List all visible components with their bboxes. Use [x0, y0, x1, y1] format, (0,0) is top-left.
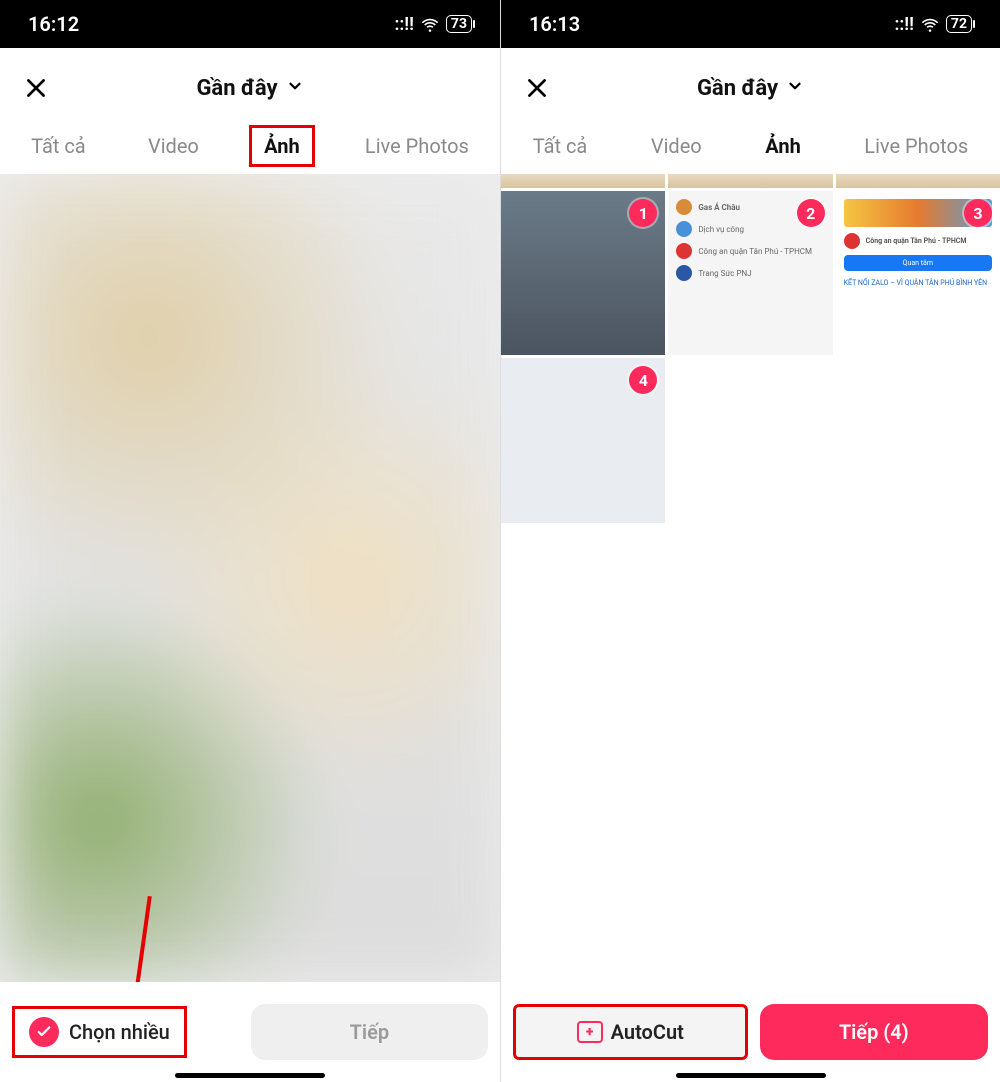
photo-thumbnail[interactable]	[668, 174, 832, 188]
bottom-bar: Chọn nhiều Tiếp	[0, 982, 500, 1082]
album-title: Gần đây	[196, 76, 277, 101]
status-right: ::!! 73	[394, 14, 472, 35]
signal-icon: ::!!	[394, 14, 413, 35]
tab-all[interactable]: Tất cả	[521, 128, 600, 164]
phone-left: 16:12 ::!! 73 Gần đây Tất cả Video Ảnh L…	[0, 0, 500, 1082]
signal-icon: ::!!	[894, 14, 913, 35]
status-bar: 16:12 ::!! 73	[0, 0, 500, 48]
status-time: 16:13	[529, 12, 580, 36]
status-right: ::!! 72	[894, 14, 972, 35]
tab-video[interactable]: Video	[639, 128, 714, 164]
next-button[interactable]: Tiếp	[251, 1004, 488, 1060]
tab-live[interactable]: Live Photos	[852, 128, 980, 164]
battery-icon: 72	[946, 15, 972, 33]
photo-thumbnail[interactable]: 2 Gas Á Châu Dịch vụ công Công an quận T…	[668, 191, 832, 355]
media-tabs: Tất cả Video Ảnh Live Photos	[501, 118, 1000, 174]
multi-select-toggle[interactable]: Chọn nhiều	[12, 1006, 187, 1058]
chevron-down-icon	[786, 76, 804, 101]
album-selector[interactable]: Gần đây	[196, 76, 303, 101]
selection-badge: 1	[629, 199, 657, 227]
selection-badge: 3	[964, 199, 992, 227]
photo-thumbnail[interactable]: 4	[501, 358, 665, 522]
close-button[interactable]	[20, 72, 52, 104]
battery-icon: 73	[446, 15, 472, 33]
wifi-icon	[420, 14, 440, 34]
album-selector[interactable]: Gần đây	[697, 76, 804, 101]
autocut-button[interactable]: AutoCut	[513, 1004, 748, 1060]
picker-header: Gần đây	[501, 58, 1000, 118]
selection-badge: 4	[629, 366, 657, 394]
photo-thumbnail[interactable]	[501, 174, 665, 188]
tab-all[interactable]: Tất cả	[19, 128, 98, 164]
tab-photo[interactable]: Ảnh	[249, 125, 315, 167]
close-button[interactable]	[521, 72, 553, 104]
next-button[interactable]: Tiếp (4)	[760, 1004, 989, 1060]
bottom-bar: AutoCut Tiếp (4)	[501, 982, 1000, 1082]
tab-photo[interactable]: Ảnh	[753, 128, 813, 164]
tab-live[interactable]: Live Photos	[353, 128, 481, 164]
selection-badge: 2	[797, 199, 825, 227]
home-indicator	[175, 1073, 325, 1078]
picker-header: Gần đây	[0, 58, 500, 118]
tab-video[interactable]: Video	[136, 128, 211, 164]
autocut-icon	[577, 1021, 603, 1043]
check-icon	[29, 1017, 59, 1047]
photo-thumbnail[interactable]: 1	[501, 191, 665, 355]
status-time: 16:12	[28, 12, 79, 36]
gallery-grid[interactable]: 1 2 Gas Á Châu Dịch vụ công Công an quận…	[501, 174, 1000, 982]
phone-right: 16:13 ::!! 72 Gần đây Tất cả Video Ảnh L…	[500, 0, 1000, 1082]
multi-select-label: Chọn nhiều	[69, 1020, 170, 1044]
gallery-grid[interactable]	[0, 174, 500, 982]
album-title: Gần đây	[697, 76, 778, 101]
photo-thumbnail[interactable]: 3 Công an quận Tân Phú - TPHCM Quan tâm …	[836, 191, 1000, 355]
wifi-icon	[920, 14, 940, 34]
chevron-down-icon	[286, 76, 304, 101]
status-bar: 16:13 ::!! 72	[501, 0, 1000, 48]
home-indicator	[676, 1073, 826, 1078]
media-tabs: Tất cả Video Ảnh Live Photos	[0, 118, 500, 174]
annotation-arrow	[120, 894, 124, 982]
photo-thumbnail[interactable]	[836, 174, 1000, 188]
